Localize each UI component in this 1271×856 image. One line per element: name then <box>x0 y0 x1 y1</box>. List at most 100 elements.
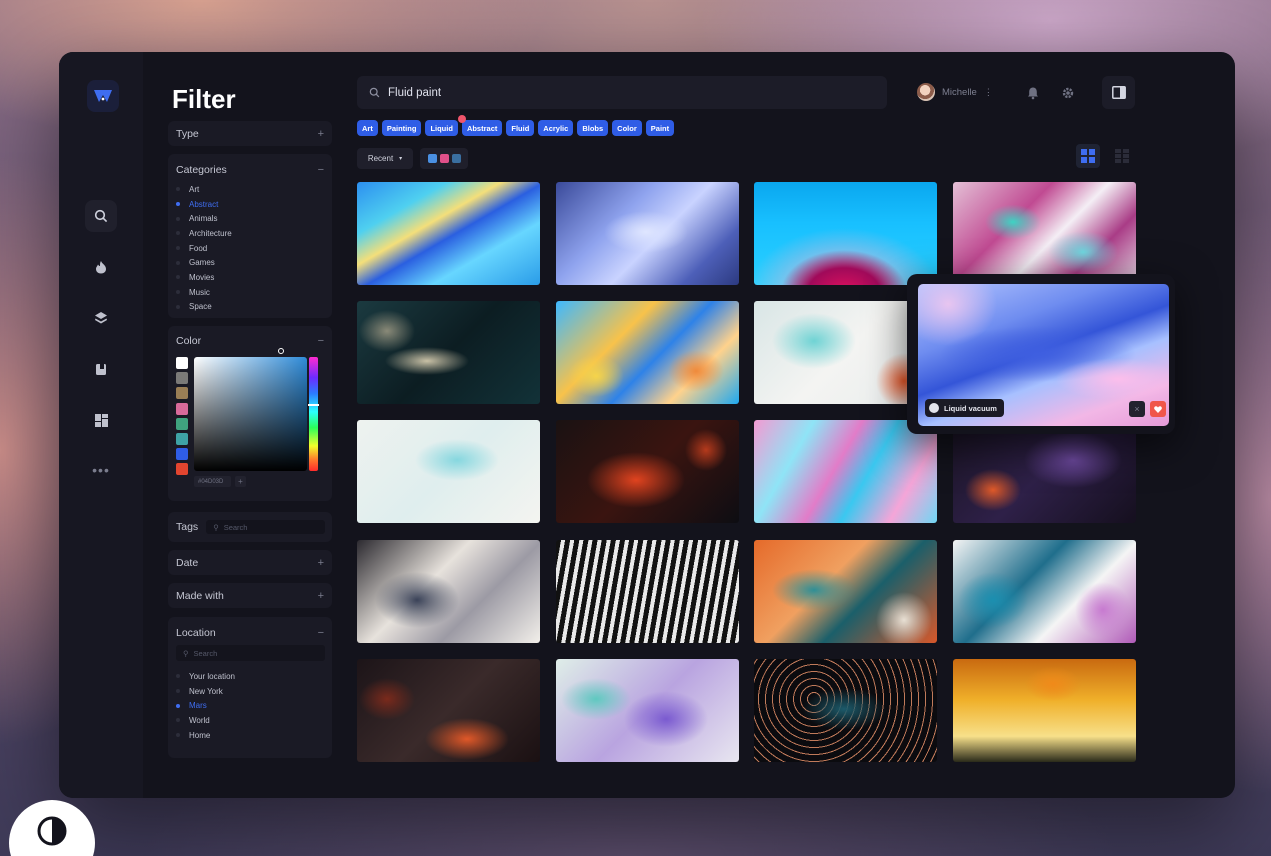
collapse-icon[interactable]: − <box>318 164 324 176</box>
close-icon[interactable]: × <box>1129 401 1145 417</box>
image-thumbnail-fluid-dark-marble[interactable] <box>357 301 540 404</box>
radio-dot-icon <box>176 689 180 694</box>
tag-chip[interactable]: Blobs <box>577 120 609 136</box>
image-thumbnail-fluid-red-lava[interactable] <box>556 420 739 523</box>
kebab-menu-icon[interactable]: ⋮ <box>984 87 993 98</box>
collapse-icon[interactable]: − <box>318 335 324 347</box>
category-item[interactable]: Abstract <box>176 197 332 212</box>
color-swatch[interactable] <box>176 448 188 461</box>
location-item-label: Home <box>189 730 211 740</box>
color-swatch[interactable] <box>176 372 188 385</box>
category-item[interactable]: Food <box>176 241 332 256</box>
color-swatch[interactable] <box>176 463 188 476</box>
location-item[interactable]: Mars <box>176 698 332 713</box>
category-item[interactable]: Games <box>176 255 332 270</box>
hex-input[interactable]: #04D03D <box>194 476 231 487</box>
avatar[interactable] <box>917 83 935 101</box>
dashboard-icon[interactable] <box>85 404 117 436</box>
image-thumbnail-fluid-bw-drip[interactable] <box>556 540 739 643</box>
search-icon[interactable] <box>85 200 117 232</box>
category-item[interactable]: Animals <box>176 211 332 226</box>
color-swatch[interactable] <box>176 357 188 369</box>
tag-chip[interactable]: Art <box>357 120 378 136</box>
location-item[interactable]: Your location <box>176 669 332 684</box>
location-item[interactable]: Home <box>176 728 332 743</box>
image-thumbnail-fluid-pink-teal[interactable] <box>953 182 1136 285</box>
image-thumbnail-fluid-pink-cyan[interactable] <box>754 420 937 523</box>
user-menu[interactable]: Michelle ⋮ <box>917 83 993 101</box>
image-thumbnail-fluid-periwinkle[interactable] <box>556 182 739 285</box>
panel-toggle-button[interactable] <box>1102 76 1135 109</box>
hue-slider-handle[interactable] <box>308 404 319 406</box>
preview-title: Liquid vacuum <box>944 403 997 413</box>
search-icon: ⚲ <box>183 648 189 658</box>
category-item[interactable]: Movies <box>176 270 332 285</box>
color-picker-handle[interactable] <box>278 348 284 354</box>
color-swatch[interactable] <box>176 417 188 430</box>
tag-chip[interactable]: Liquid <box>425 120 458 136</box>
expand-icon[interactable]: + <box>318 590 324 602</box>
image-thumbnail-fluid-pale-cyan[interactable] <box>357 420 540 523</box>
location-item[interactable]: New York <box>176 684 332 699</box>
tag-chip[interactable]: Painting <box>381 120 422 136</box>
tags-search-input[interactable]: ⚲ Search <box>206 520 325 534</box>
swatch-list <box>176 357 188 479</box>
image-thumbnail-fluid-cyan-magenta[interactable] <box>754 182 937 285</box>
notification-badge <box>457 115 466 123</box>
color-swatch[interactable] <box>176 387 188 400</box>
radio-dot-icon <box>176 304 180 309</box>
image-thumbnail-fluid-lavender-teal[interactable] <box>556 659 739 762</box>
category-item[interactable]: Art <box>176 182 332 197</box>
image-thumbnail-fluid-gold-drip[interactable] <box>953 659 1136 762</box>
expand-icon[interactable]: + <box>318 128 324 140</box>
color-swatch[interactable] <box>176 402 188 415</box>
heart-icon[interactable] <box>1150 401 1166 417</box>
location-label: Location <box>176 626 216 639</box>
date-section[interactable]: Date + <box>168 550 332 575</box>
location-search-input[interactable]: ⚲ Search <box>176 645 325 661</box>
category-item-label: Architecture <box>189 228 232 238</box>
nav-rail: ••• <box>59 52 143 798</box>
made-with-section[interactable]: Made with + <box>168 583 332 608</box>
tag-chip[interactable]: Fluid <box>506 120 535 136</box>
tag-chip[interactable]: Color <box>612 120 642 136</box>
image-thumbnail-fluid-smoke-gray[interactable] <box>357 540 540 643</box>
layers-icon[interactable] <box>85 302 117 334</box>
grid-view-button[interactable] <box>1076 144 1100 168</box>
radio-dot-icon <box>176 246 180 251</box>
category-item[interactable]: Space <box>176 300 332 315</box>
image-thumbnail-fluid-red-cells[interactable] <box>357 659 540 762</box>
type-section[interactable]: Type + <box>168 121 332 146</box>
category-item[interactable]: Architecture <box>176 226 332 241</box>
image-thumbnail-fluid-yellow-blue-orange[interactable] <box>556 301 739 404</box>
search-input[interactable]: Fluid paint <box>357 76 887 109</box>
category-item[interactable]: Music <box>176 285 332 300</box>
image-thumbnail-fluid-orange-teal[interactable] <box>754 540 937 643</box>
radio-dot-icon <box>176 733 180 738</box>
bell-icon[interactable] <box>1024 84 1042 102</box>
more-icon[interactable]: ••• <box>85 454 117 486</box>
image-thumbnail-fluid-yellow-blue[interactable] <box>357 182 540 285</box>
compact-view-button[interactable] <box>1110 144 1134 168</box>
sort-dropdown[interactable]: Recent ▾ <box>357 148 413 169</box>
hue-slider[interactable] <box>309 357 318 471</box>
image-thumbnail-fluid-black-copper[interactable] <box>754 659 937 762</box>
image-thumbnail-fluid-purple-dark[interactable] <box>953 420 1136 523</box>
color-filter-chip[interactable] <box>420 148 468 169</box>
image-thumbnail-fluid-blue-cells[interactable] <box>953 540 1136 643</box>
expand-icon[interactable]: + <box>318 557 324 569</box>
gear-icon[interactable] <box>1059 84 1077 102</box>
color-swatch[interactable] <box>176 432 188 445</box>
bookmark-icon[interactable] <box>85 353 117 385</box>
tag-chip[interactable]: Paint <box>645 120 675 136</box>
tag-chip[interactable]: Abstract <box>457 115 503 136</box>
location-item[interactable]: World <box>176 713 332 728</box>
tag-chip[interactable]: Acrylic <box>538 120 574 136</box>
logo-icon[interactable] <box>87 80 119 112</box>
collapse-icon[interactable]: − <box>318 627 324 639</box>
color-picker[interactable] <box>194 357 307 471</box>
image-preview-popup[interactable]: Liquid vacuum × <box>907 274 1175 434</box>
flame-icon[interactable] <box>85 251 117 283</box>
avatar <box>929 403 939 413</box>
add-color-button[interactable]: + <box>235 476 246 487</box>
